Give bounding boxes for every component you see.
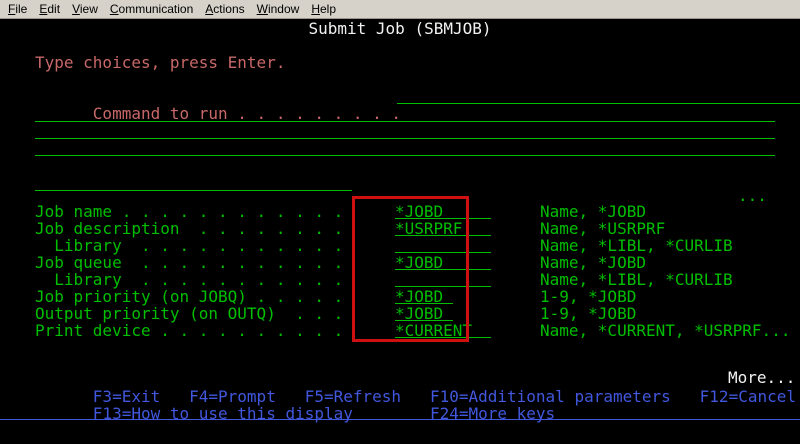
instruction-text: Type choices, press Enter.	[35, 54, 285, 71]
param-hint-job-description: Name, *USRPRF	[540, 220, 665, 237]
param-row-output-priority: Output priority (on OUTQ) . . .*JOBD1-9,…	[35, 305, 343, 322]
param-hint-print-device: Name, *CURRENT, *USRPRF...	[540, 322, 790, 339]
param-row-job-name: Job name . . . . . . . . . . . .*JOBDNam…	[35, 203, 343, 220]
oia-row: MA*+ A 05/037	[0, 426, 800, 443]
command-continuation-line[interactable]	[35, 121, 775, 122]
menu-item-edit[interactable]: Edit	[33, 1, 66, 17]
command-continuation-line[interactable]	[35, 138, 775, 139]
annotation-red-box	[352, 196, 469, 342]
param-hint-job-description-library: Name, *LIBL, *CURLIB	[540, 237, 733, 254]
menu-item-view[interactable]: View	[66, 1, 104, 17]
param-row-job-priority: Job priority (on JOBQ) . . . . .*JOBD1-9…	[35, 288, 343, 305]
param-hint-job-queue: Name, *JOBD	[540, 254, 646, 271]
command-input[interactable]	[397, 88, 800, 104]
menu-bar: FileEditViewCommunicationActionsWindowHe…	[0, 0, 800, 19]
param-hint-job-queue-library: Name, *LIBL, *CURLIB	[540, 271, 733, 288]
param-row-job-description-library: Library . . . . . . . . . . .Name, *LIBL…	[35, 237, 343, 254]
emulator-window: FileEditViewCommunicationActionsWindowHe…	[0, 0, 800, 444]
command-more-ellipsis: ...	[738, 187, 767, 204]
param-hint-job-priority: 1-9, *JOBD	[540, 288, 636, 305]
command-continuation-line[interactable]	[35, 155, 775, 156]
fkeys-row-2: F13=How to use this display F24=More key…	[35, 388, 555, 405]
fkeys-line2[interactable]: F13=How to use this display F24=More key…	[93, 404, 555, 423]
ellipsis-row: ...	[35, 170, 93, 187]
param-hint-output-priority: 1-9, *JOBD	[540, 305, 636, 322]
menu-item-communication[interactable]: Communication	[104, 1, 199, 17]
command-row: Command to run . . . . . . . . .	[35, 88, 401, 105]
param-label-print-device: Print device . . . . . . . . . .	[35, 321, 343, 340]
param-row-print-device: Print device . . . . . . . . . .*CURRENT…	[35, 322, 343, 339]
param-row-job-queue-library: Library . . . . . . . . . . .Name, *LIBL…	[35, 271, 343, 288]
screen-title: Submit Job (SBMJOB)	[0, 20, 800, 37]
menu-item-help[interactable]: Help	[305, 1, 342, 17]
command-continuation-line-partial[interactable]	[35, 190, 352, 191]
more-row: More...	[35, 352, 93, 369]
param-row-job-queue: Job queue . . . . . . . . . . .*JOBDName…	[35, 254, 343, 271]
menu-item-actions[interactable]: Actions	[199, 1, 250, 17]
oia-separator	[0, 419, 800, 420]
param-row-job-description: Job description . . . . . . . .*USRPRFNa…	[35, 220, 343, 237]
fkeys-row-1: F3=Exit F4=Prompt F5=Refresh F10=Additio…	[35, 371, 796, 388]
param-hint-job-name: Name, *JOBD	[540, 203, 646, 220]
terminal-screen: Submit Job (SBMJOB) Type choices, press …	[0, 0, 800, 444]
menu-item-file[interactable]: File	[2, 1, 33, 17]
menu-item-window[interactable]: Window	[251, 1, 306, 17]
